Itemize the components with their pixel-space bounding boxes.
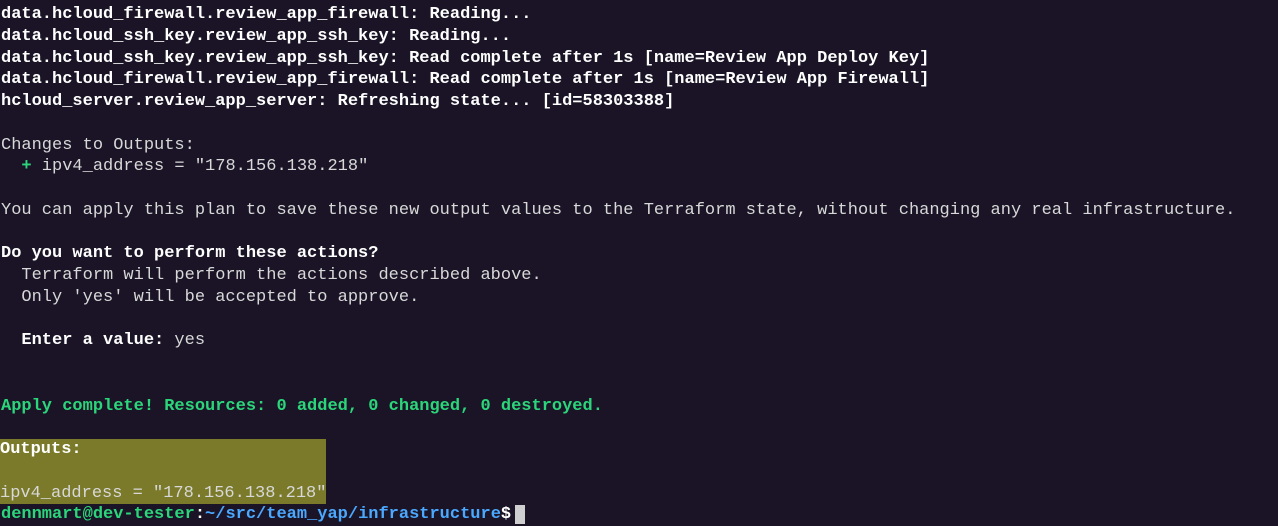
enter-prefix — [1, 331, 21, 350]
blank-line — [0, 178, 1278, 200]
changes-header: Changes to Outputs: — [0, 135, 1278, 157]
blank-line — [0, 374, 1278, 396]
prompt-colon: : — [195, 505, 205, 524]
outputs-ipv4-line: ipv4_address = "178.156.138.218" — [0, 483, 326, 505]
read-sshkey-complete-line: data.hcloud_ssh_key.review_app_ssh_key: … — [0, 48, 1278, 70]
plus-icon: + — [21, 157, 31, 176]
cursor-icon — [515, 505, 525, 524]
enter-value-line: Enter a value: yes — [0, 330, 1278, 352]
confirm-question: Do you want to perform these actions? — [0, 243, 1278, 265]
read-firewall-complete-line: data.hcloud_firewall.review_app_firewall… — [0, 69, 1278, 91]
read-firewall-line: data.hcloud_firewall.review_app_firewall… — [0, 4, 1278, 26]
shell-prompt[interactable]: dennmart@dev-tester:~/src/team_yap/infra… — [0, 504, 1278, 526]
outputs-highlight-block: Outputs: ipv4_address = "178.156.138.218… — [0, 439, 326, 504]
enter-label: Enter a value: — [21, 331, 164, 350]
apply-complete-line: Apply complete! Resources: 0 added, 0 ch… — [0, 396, 1278, 418]
prompt-dollar: $ — [501, 505, 511, 524]
confirm-line2: Only 'yes' will be accepted to approve. — [0, 287, 1278, 309]
terminal-output[interactable]: data.hcloud_firewall.review_app_firewall… — [0, 4, 1278, 526]
blank-line — [0, 309, 1278, 331]
output-ipv4: ipv4_address = "178.156.138.218" — [32, 157, 369, 176]
outputs-header: Outputs: — [0, 439, 326, 461]
blank-line — [0, 222, 1278, 244]
blank-line — [0, 113, 1278, 135]
prompt-path: ~/src/team_yap/infrastructure — [205, 505, 501, 524]
blank-line — [0, 352, 1278, 374]
entered-value: yes — [164, 331, 205, 350]
read-sshkey-line: data.hcloud_ssh_key.review_app_ssh_key: … — [0, 26, 1278, 48]
confirm-line1: Terraform will perform the actions descr… — [0, 265, 1278, 287]
blank-line — [0, 417, 1278, 439]
server-refresh-line: hcloud_server.review_app_server: Refresh… — [0, 91, 1278, 113]
plan-note: You can apply this plan to save these ne… — [0, 200, 1278, 222]
blank-line — [0, 461, 326, 483]
prompt-userhost: dennmart@dev-tester — [1, 505, 195, 524]
changes-output-line: + ipv4_address = "178.156.138.218" — [0, 156, 1278, 178]
